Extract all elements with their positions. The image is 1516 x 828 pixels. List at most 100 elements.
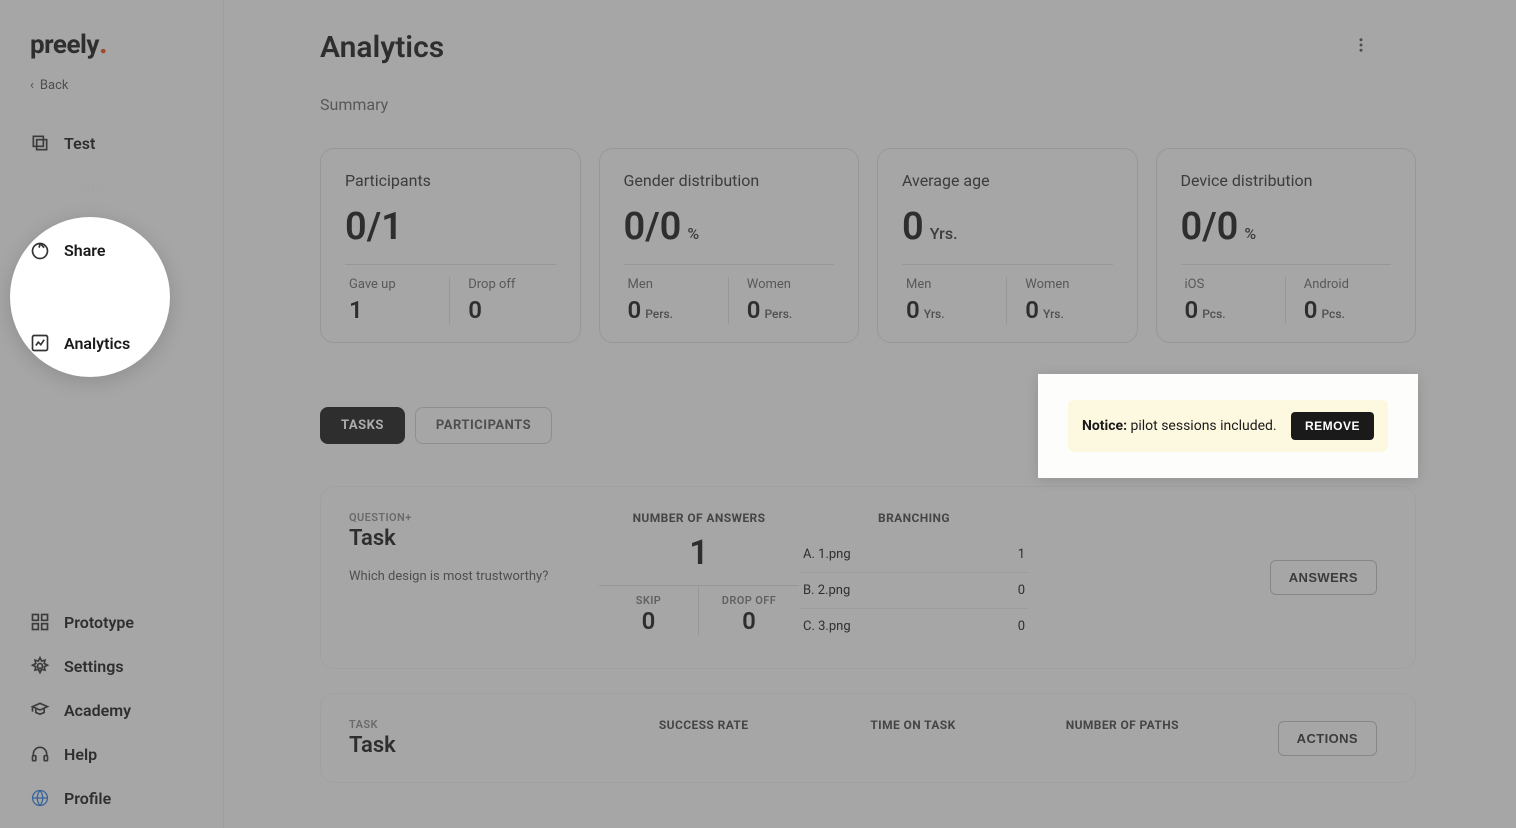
sub-value: 0: [468, 296, 551, 324]
skip-label: SKIP: [599, 594, 698, 607]
success-column: SUCCESS RATE: [599, 718, 808, 758]
sub-value: 0Yrs.: [906, 296, 1002, 324]
answers-button[interactable]: ANSWERS: [1270, 560, 1377, 595]
back-link[interactable]: ‹ Back: [30, 78, 203, 93]
card-age: Average age 0Yrs. Men 0Yrs. Women 0Yrs.: [877, 148, 1138, 343]
sidebar-item-label: Test: [64, 134, 95, 153]
task-info: QUESTION+ Task Which design is most trus…: [349, 511, 599, 644]
logo: preely.: [30, 30, 203, 60]
sidebar-item-share[interactable]: Share: [30, 177, 203, 197]
sidebar-item-label: Prototype: [64, 613, 134, 632]
grid-icon: [30, 612, 50, 632]
task-kind: TASK: [349, 718, 599, 731]
dots-vertical-icon: [1352, 36, 1370, 54]
task-question: Which design is most trustworthy?: [349, 569, 599, 584]
sub-label: Men: [906, 277, 1002, 292]
tutorial-highlight: Share Analytics: [10, 217, 170, 377]
sub-label: Gave up: [349, 277, 445, 292]
answers-value: 1: [599, 533, 799, 573]
sidebar-item-profile[interactable]: Profile: [30, 788, 203, 808]
nav-bottom: Prototype Settings Academy Help Profile: [30, 612, 203, 808]
card-title: Average age: [902, 171, 1113, 190]
branch-label: C. 3.png: [803, 619, 851, 634]
actions-column: ANSWERS: [1029, 511, 1387, 644]
branch-row: B. 2.png 0: [799, 573, 1029, 609]
sidebar-item-label: Share: [64, 178, 106, 197]
layers-icon: [30, 133, 50, 153]
card-value: 0/1: [345, 208, 556, 246]
sub-value: 0Yrs.: [1025, 296, 1108, 324]
task-panel-question: QUESTION+ Task Which design is most trus…: [320, 486, 1416, 669]
column-header: TIME ON TASK: [808, 718, 1017, 732]
task-kind: QUESTION+: [349, 511, 599, 524]
task-title: Task: [349, 733, 599, 758]
sub-label: Men: [628, 277, 724, 292]
sidebar: preely. ‹ Back Test Share Analytics Prot…: [0, 0, 224, 828]
headset-icon: [30, 744, 50, 764]
sub-value: 0Pers.: [747, 296, 830, 324]
branch-label: A. 1.png: [803, 547, 851, 562]
sidebar-item-label: Profile: [64, 789, 111, 808]
remove-button[interactable]: REMOVE: [1291, 412, 1374, 440]
dropoff-label: DROP OFF: [699, 594, 799, 607]
sub-value: 0Pcs.: [1304, 296, 1387, 324]
actions-column: ACTIONS: [1227, 718, 1387, 758]
sub-label: Women: [747, 277, 830, 292]
summary-cards: Participants 0/1 Gave up 1 Drop off 0 Ge…: [320, 148, 1416, 343]
sub-value: 0Pers.: [628, 296, 724, 324]
sidebar-item-label: Help: [64, 745, 97, 764]
card-value: 0/0%: [624, 208, 835, 246]
sidebar-item-prototype[interactable]: Prototype: [30, 612, 203, 632]
sidebar-item-label: Share: [64, 241, 106, 260]
sub-value: 1: [349, 296, 445, 324]
sidebar-item-settings[interactable]: Settings: [30, 656, 203, 676]
notice-banner: Notice: pilot sessions included. REMOVE: [1068, 400, 1388, 452]
column-header: BRANCHING: [799, 511, 1029, 525]
sidebar-item-test[interactable]: Test: [30, 133, 203, 153]
more-menu-button[interactable]: [1346, 30, 1376, 60]
branching-column: BRANCHING A. 1.png 1 B. 2.png 0 C. 3.png 0: [799, 511, 1029, 644]
card-participants: Participants 0/1 Gave up 1 Drop off 0: [320, 148, 581, 343]
sidebar-item-label: Academy: [64, 701, 131, 720]
summary-label: Summary: [320, 95, 1416, 114]
skip-value: 0: [599, 607, 698, 635]
answers-column: NUMBER OF ANSWERS 1 SKIP 0 DROP OFF 0: [599, 511, 799, 644]
tab-participants[interactable]: PARTICIPANTS: [415, 407, 552, 444]
card-device: Device distribution 0/0% iOS 0Pcs. Andro…: [1156, 148, 1417, 343]
branch-row: A. 1.png 1: [799, 537, 1029, 573]
card-gender: Gender distribution 0/0% Men 0Pers. Wome…: [599, 148, 860, 343]
sub-label: iOS: [1185, 277, 1281, 292]
actions-button[interactable]: ACTIONS: [1278, 721, 1377, 756]
gear-icon: [30, 656, 50, 676]
share-icon: [30, 241, 50, 261]
sidebar-item-label: Analytics: [64, 334, 130, 353]
paths-column: NUMBER OF PATHS: [1018, 718, 1227, 758]
branch-label: B. 2.png: [803, 583, 850, 598]
notice-panel: Notice: pilot sessions included. REMOVE: [1038, 374, 1418, 478]
academy-icon: [30, 700, 50, 720]
branch-row: C. 3.png 0: [799, 609, 1029, 644]
branch-value: 0: [1018, 583, 1025, 598]
globe-icon: [30, 788, 50, 808]
task-panel-task: TASK Task SUCCESS RATE TIME ON TASK NUMB…: [320, 693, 1416, 783]
task-info: TASK Task: [349, 718, 599, 758]
card-title: Device distribution: [1181, 171, 1392, 190]
branch-value: 1: [1018, 547, 1025, 562]
notice-text: Notice: pilot sessions included.: [1082, 418, 1277, 434]
analytics-icon: [30, 333, 50, 353]
card-value: 0/0%: [1181, 208, 1392, 246]
sub-label: Women: [1025, 277, 1108, 292]
card-title: Gender distribution: [624, 171, 835, 190]
sub-label: Drop off: [468, 277, 551, 292]
time-column: TIME ON TASK: [808, 718, 1017, 758]
card-value: 0Yrs.: [902, 208, 1113, 246]
sidebar-item-academy[interactable]: Academy: [30, 700, 203, 720]
tab-tasks[interactable]: TASKS: [320, 407, 405, 444]
sidebar-item-help[interactable]: Help: [30, 744, 203, 764]
sub-label: Android: [1304, 277, 1387, 292]
sub-value: 0Pcs.: [1185, 296, 1281, 324]
column-header: NUMBER OF PATHS: [1018, 718, 1227, 732]
branch-value: 0: [1018, 619, 1025, 634]
share-icon: [30, 177, 50, 197]
back-label: Back: [40, 78, 69, 93]
